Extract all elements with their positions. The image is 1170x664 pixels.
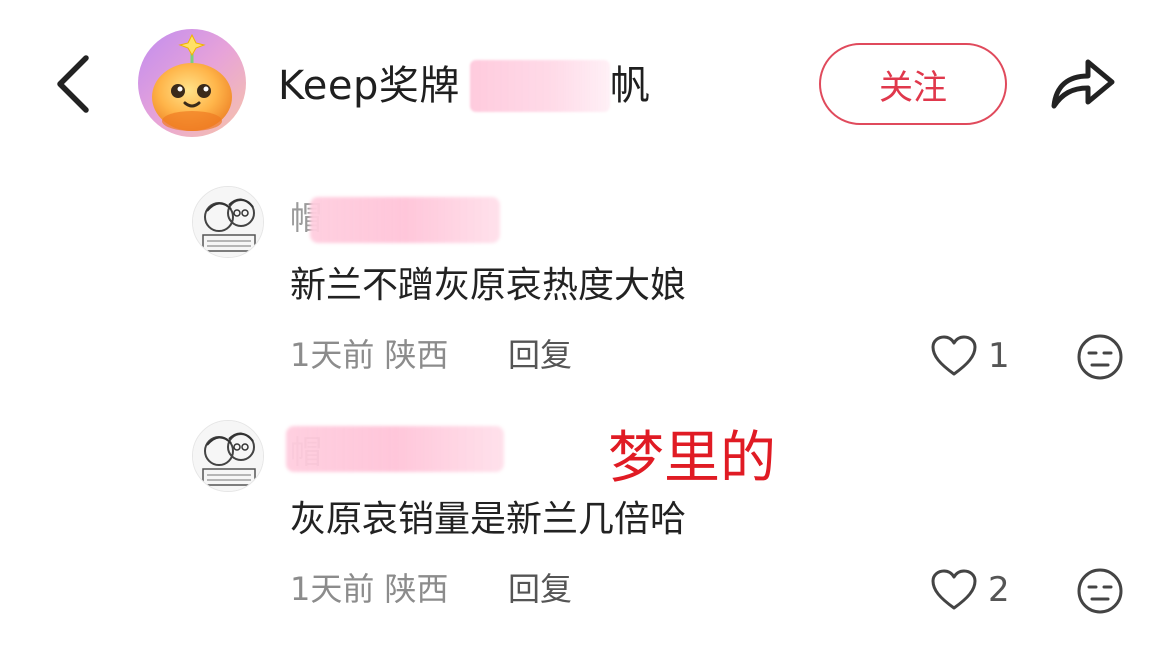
account-avatar[interactable] — [138, 29, 246, 137]
heart-icon[interactable] — [930, 568, 978, 612]
comment-meta: 1天前 陕西 — [290, 567, 449, 611]
emoji-neutral-icon[interactable] — [1075, 332, 1125, 382]
comment-location: 陕西 — [384, 570, 449, 608]
emoji-neutral-icon[interactable] — [1075, 566, 1125, 616]
back-button[interactable] — [46, 50, 106, 118]
chevron-left-icon — [57, 55, 89, 113]
follow-button[interactable]: 关注 — [819, 43, 1007, 125]
comment-text: 灰原哀销量是新兰几倍哈 — [290, 499, 687, 540]
comment-location: 陕西 — [384, 336, 449, 374]
privacy-mask — [286, 426, 504, 472]
share-arrow-icon — [1051, 59, 1115, 109]
comment-time: 1天前 — [290, 570, 375, 608]
comment-avatar[interactable] — [192, 420, 264, 492]
share-button[interactable] — [1048, 50, 1118, 114]
handwritten-annotation: 梦里的 — [608, 426, 776, 491]
reply-button[interactable]: 回复 — [508, 333, 572, 377]
comment-avatar[interactable] — [192, 186, 264, 258]
comment-time: 1天前 — [290, 336, 375, 374]
heart-icon[interactable] — [930, 334, 978, 378]
privacy-mask — [470, 60, 610, 112]
privacy-mask — [310, 197, 500, 243]
like-count: 2 — [988, 570, 1010, 610]
comment-meta: 1天前 陕西 — [290, 333, 449, 377]
comment-text: 新兰不蹭灰原哀热度大娘 — [290, 265, 687, 306]
reply-button[interactable]: 回复 — [508, 567, 572, 611]
follow-label: 关注 — [879, 67, 947, 108]
like-count: 1 — [988, 336, 1010, 376]
